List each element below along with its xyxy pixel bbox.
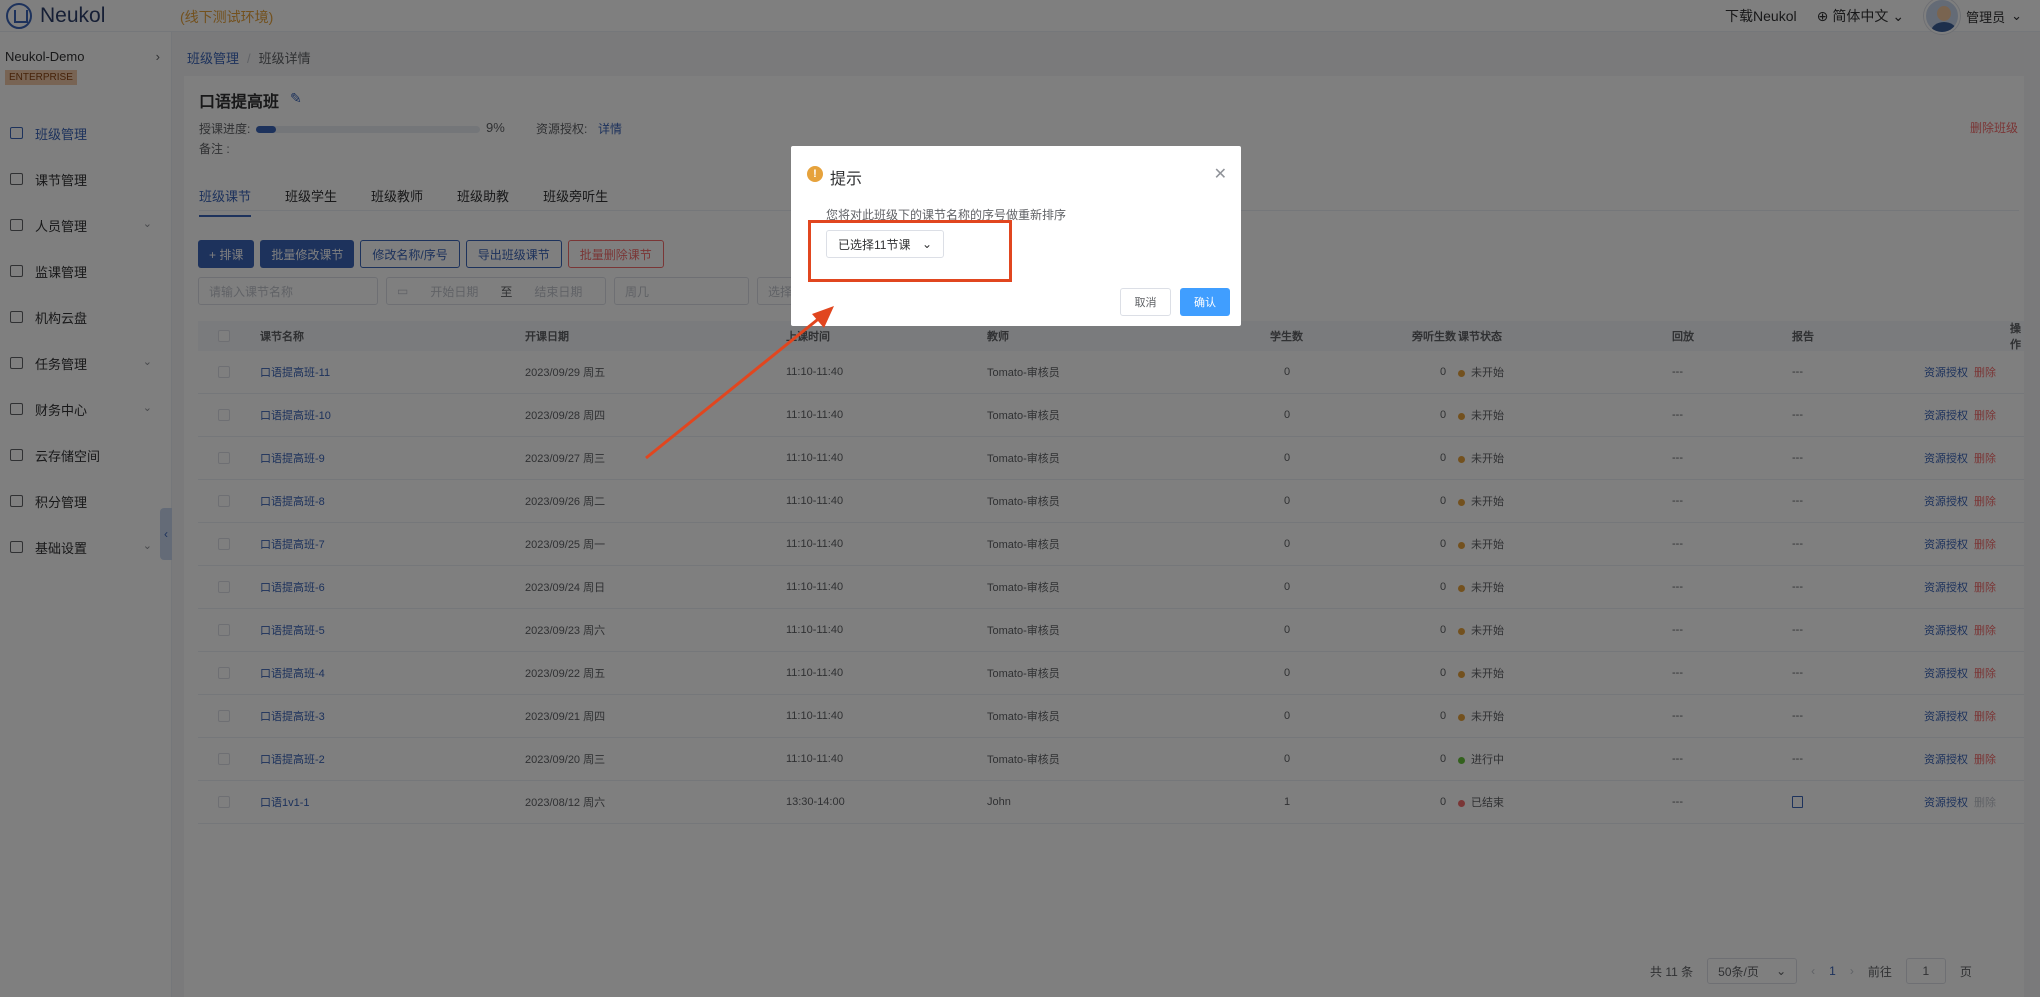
close-icon[interactable]: ✕ [1214,164,1227,184]
warning-icon: ! [807,166,823,182]
confirm-button[interactable]: 确认 [1180,288,1230,316]
annotation-highlight-box [808,220,1012,282]
cancel-button[interactable]: 取消 [1120,288,1171,316]
dialog-title: 提示 [830,171,863,188]
